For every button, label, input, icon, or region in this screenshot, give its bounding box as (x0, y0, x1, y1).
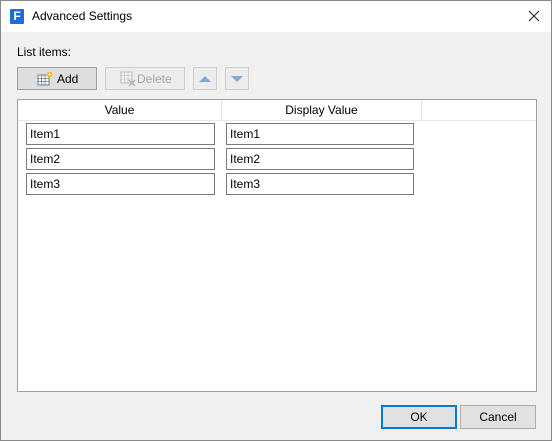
column-header-display-value[interactable]: Display Value (222, 100, 422, 120)
arrow-down-icon (231, 76, 243, 82)
add-item-icon (37, 71, 53, 86)
close-icon (528, 10, 540, 22)
delete-button-label: Delete (137, 72, 172, 86)
add-button[interactable]: Add (17, 67, 97, 90)
delete-button[interactable]: Delete (105, 67, 185, 90)
window-title: Advanced Settings (32, 9, 133, 23)
add-button-label: Add (57, 72, 79, 86)
close-button[interactable] (517, 1, 551, 32)
grid-header: Value Display Value (18, 100, 536, 121)
arrow-up-icon (199, 76, 211, 82)
display-value-input[interactable] (226, 123, 414, 145)
list-items-label: List items: (17, 45, 72, 59)
advanced-settings-dialog: F Advanced Settings List items: Add Dele… (0, 0, 552, 441)
column-header-value[interactable]: Value (18, 100, 222, 120)
value-input[interactable] (26, 173, 215, 195)
value-input[interactable] (26, 148, 215, 170)
move-up-button[interactable] (193, 67, 217, 90)
app-logo-icon: F (10, 9, 24, 24)
list-items-grid: Value Display Value (17, 99, 537, 392)
title-bar: F Advanced Settings (1, 1, 551, 32)
ok-button[interactable]: OK (381, 405, 457, 429)
display-value-input[interactable] (226, 173, 414, 195)
value-input[interactable] (26, 123, 215, 145)
move-down-button[interactable] (225, 67, 249, 90)
cancel-button[interactable]: Cancel (460, 405, 536, 429)
delete-item-icon (120, 71, 136, 87)
display-value-input[interactable] (226, 148, 414, 170)
